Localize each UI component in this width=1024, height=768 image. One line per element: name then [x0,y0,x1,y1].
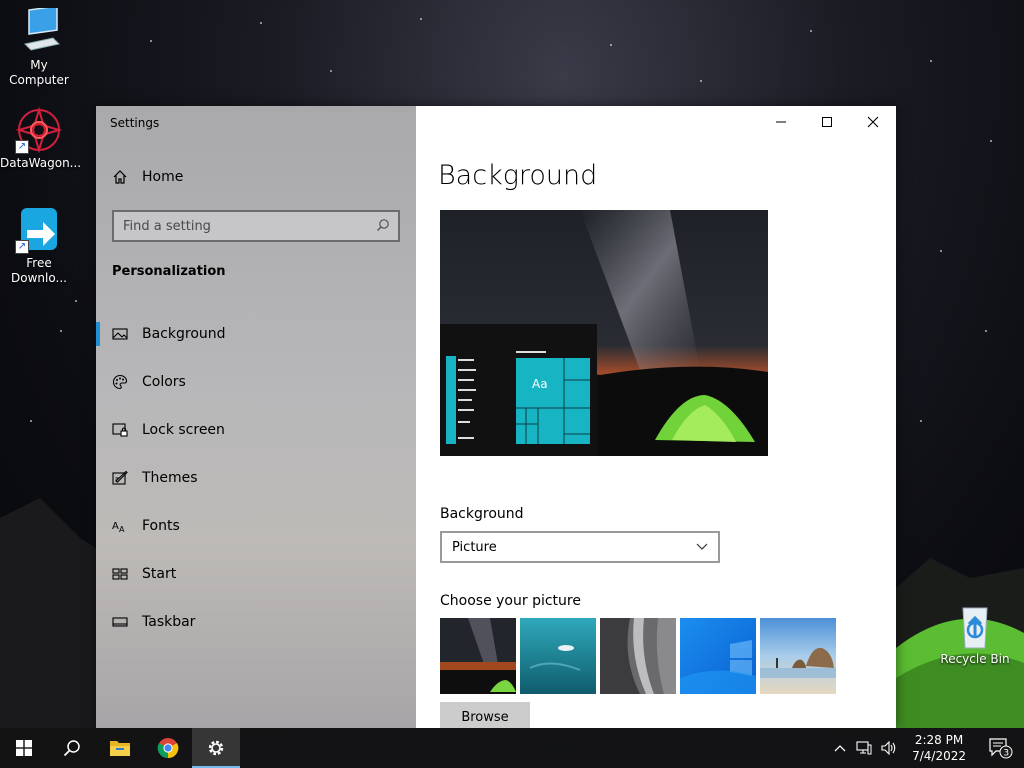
nav-item-themes[interactable]: Themes [96,454,416,502]
home-icon [113,170,127,184]
settings-content: Background Aa Background Picture Choose … [416,106,896,728]
clock-date: 7/4/2022 [912,749,966,763]
thumbnail-rock-cliff[interactable] [600,618,676,694]
browse-button[interactable]: Browse [440,702,530,728]
nav-item-label: Taskbar [142,614,196,630]
taskbar-icon [112,617,128,627]
search-icon[interactable] [376,218,390,232]
volume-button[interactable] [876,728,902,768]
palette-icon [112,374,128,390]
background-type-label: Background [440,506,524,522]
nav-item-lock-screen[interactable]: Lock screen [96,406,416,454]
desktop-icon-label: My Computer [9,58,69,87]
minimize-button[interactable] [758,106,804,138]
volume-icon [881,741,896,755]
nav-item-label: Colors [142,374,186,390]
nav-item-fonts[interactable]: A A Fonts [96,502,416,550]
desktop-icon-recycle-bin[interactable]: Recycle Bin [936,602,1014,667]
svg-text:A: A [119,525,125,534]
nav-item-label: Themes [142,470,198,486]
notification-count: 3 [1003,749,1009,759]
taskbar: 2:28 PM 7/4/2022 3 [0,728,1024,768]
taskbar-chrome[interactable] [144,728,192,768]
computer-icon [15,5,63,56]
shortcut-arrow-icon: ↗ [15,240,29,254]
nav-item-label: Fonts [142,518,180,534]
shortcut-arrow-icon: ↗ [15,140,29,154]
taskbar-file-explorer[interactable] [96,728,144,768]
picture-icon [112,328,128,340]
download-manager-icon: ↗ [15,206,63,254]
action-center-button[interactable]: 3 [976,728,1024,768]
taskbar-settings[interactable] [192,728,240,768]
dropdown-value: Picture [452,539,497,555]
windows-logo-icon [16,740,32,756]
search-icon [63,740,80,757]
thumbnail-underwater-swimmer[interactable] [520,618,596,694]
recycle-bin-icon [951,602,999,650]
chevron-up-icon [834,745,846,752]
lock-screen-icon [112,423,128,437]
taskbar-search-button[interactable] [48,728,96,768]
page-title: Background [438,160,598,191]
window-title: Settings [110,116,160,130]
nav-item-label: Background [142,326,226,342]
background-type-dropdown[interactable]: Picture [440,531,720,563]
system-tray: 2:28 PM 7/4/2022 3 [828,728,1024,768]
desktop-icon-my-computer[interactable]: My Computer [0,5,78,88]
section-title: Personalization [112,264,226,279]
nav-item-background[interactable]: Background [96,310,416,358]
settings-window: Settings Home Personalization Background [96,106,896,728]
datawagon-icon: ↗ [15,106,63,154]
maximize-icon [822,117,832,127]
chevron-down-icon [696,543,708,550]
notification-icon: 3 [989,738,1013,759]
desktop-icon-label: Free Downlo... [11,256,67,285]
themes-icon [112,470,128,485]
close-button[interactable] [850,106,896,138]
settings-nav: Background Colors Lock screen Themes A A… [96,310,416,646]
clock[interactable]: 2:28 PM 7/4/2022 [902,732,976,764]
home-link[interactable]: Home [112,169,183,185]
nav-item-start[interactable]: Start [96,550,416,598]
file-explorer-icon [110,741,130,756]
desktop-icon-label: DataWagon... [0,156,82,170]
nav-item-label: Start [142,566,177,582]
network-button[interactable] [852,728,876,768]
nav-item-colors[interactable]: Colors [96,358,416,406]
settings-sidebar: Settings Home Personalization Background [96,106,416,728]
fonts-icon: A A [112,521,125,534]
thumbnail-night-sky-tent[interactable] [440,618,516,694]
thumbnail-windows-blue[interactable] [680,618,756,694]
choose-picture-label: Choose your picture [440,593,581,609]
desktop-icon-label: Recycle Bin [940,652,1010,666]
settings-icon [208,740,224,756]
home-label: Home [142,169,184,185]
picture-thumbnails [440,618,836,694]
show-hidden-icons-button[interactable] [828,728,852,768]
nav-item-label: Lock screen [142,422,225,438]
clock-time: 2:28 PM [914,733,964,747]
chrome-icon [157,738,179,759]
search-input[interactable] [112,210,400,242]
maximize-button[interactable] [804,106,850,138]
background-preview: Aa [440,210,768,456]
desktop-icon-datawagon[interactable]: ↗ DataWagon... [0,106,82,171]
preview-tile-text: Aa [532,377,548,391]
thumbnail-beach-rocks[interactable] [760,618,836,694]
start-button[interactable] [0,728,48,768]
minimize-icon [776,121,786,123]
nav-item-taskbar[interactable]: Taskbar [96,598,416,646]
svg-text:A: A [112,521,119,532]
start-icon [112,568,128,580]
network-icon [856,741,872,755]
close-icon [867,116,879,128]
desktop-icon-free-download[interactable]: ↗ Free Downlo... [0,206,78,286]
